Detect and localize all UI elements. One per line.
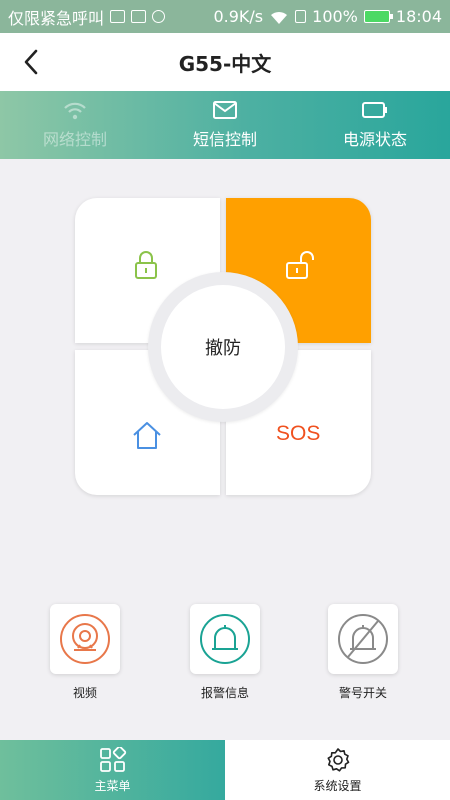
alarm-info-button[interactable]: 报警信息: [185, 604, 265, 701]
siren-switch-button[interactable]: 警号开关: [323, 604, 403, 701]
sim-icon: [295, 10, 307, 23]
notification-icon: [110, 10, 126, 23]
center-ring: 撤防: [148, 272, 298, 422]
tab-sms-control[interactable]: 短信控制: [150, 91, 300, 159]
status-bar: 仅限紧急呼叫 0.9K/s 100% 18:04: [0, 0, 450, 33]
video-label: 视频: [72, 686, 97, 700]
function-buttons: 视频 报警信息 警号开关: [0, 604, 450, 704]
alarm-info-label: 报警信息: [200, 686, 249, 700]
tab-power-status[interactable]: 电源状态: [300, 91, 450, 159]
control-tabs: 网络控制 短信控制 电源状态: [0, 91, 450, 159]
alarm-bell-icon: [200, 614, 250, 664]
wifi-icon: [64, 102, 86, 120]
video-card[interactable]: [50, 604, 120, 674]
carrier-text: 仅限紧急呼叫: [8, 8, 105, 28]
network-speed: 0.9K/s: [213, 7, 264, 26]
home-icon: [133, 422, 161, 449]
alarm-info-card[interactable]: [190, 604, 260, 674]
menu-grid-icon: [99, 746, 126, 772]
tab-label: 电源状态: [342, 130, 407, 149]
siren-switch-label: 警号开关: [338, 686, 387, 700]
image-icon: [131, 10, 147, 23]
center-label: 撤防: [205, 338, 241, 359]
nav-main-menu[interactable]: 主菜单: [0, 740, 225, 800]
mail-icon: [213, 101, 237, 119]
siren-off-icon: [338, 614, 388, 664]
siren-switch-card[interactable]: [328, 604, 398, 674]
unlock-icon: [286, 251, 314, 279]
control-pad: SOS 撤防: [75, 198, 372, 496]
tab-label: 网络控制: [42, 130, 107, 149]
chevron-left-icon: [24, 49, 38, 75]
page-title: G55-中文: [178, 51, 272, 76]
back-button[interactable]: [14, 45, 48, 79]
title-bar: G55-中文: [0, 33, 450, 91]
bottom-nav: 主菜单 系统设置: [0, 740, 450, 800]
tab-label: 短信控制: [192, 130, 257, 149]
camera-icon: [60, 614, 110, 664]
gear-icon: [327, 747, 349, 772]
nav-label: 系统设置: [313, 778, 362, 793]
video-button[interactable]: 视频: [45, 604, 125, 701]
battery-percent: 100%: [312, 7, 358, 26]
battery-icon: [362, 102, 387, 118]
clock: 18:04: [395, 7, 442, 26]
wifi-status-icon: [271, 11, 288, 24]
battery-status-icon: [363, 10, 393, 23]
tab-network-control[interactable]: 网络控制: [0, 91, 150, 159]
sync-icon: [152, 10, 166, 23]
nav-system-settings[interactable]: 系统设置: [225, 740, 450, 800]
sos-label: SOS: [276, 422, 321, 445]
disarm-status-button[interactable]: 撤防: [161, 285, 285, 409]
nav-label: 主菜单: [94, 778, 131, 793]
lock-icon: [135, 251, 157, 279]
